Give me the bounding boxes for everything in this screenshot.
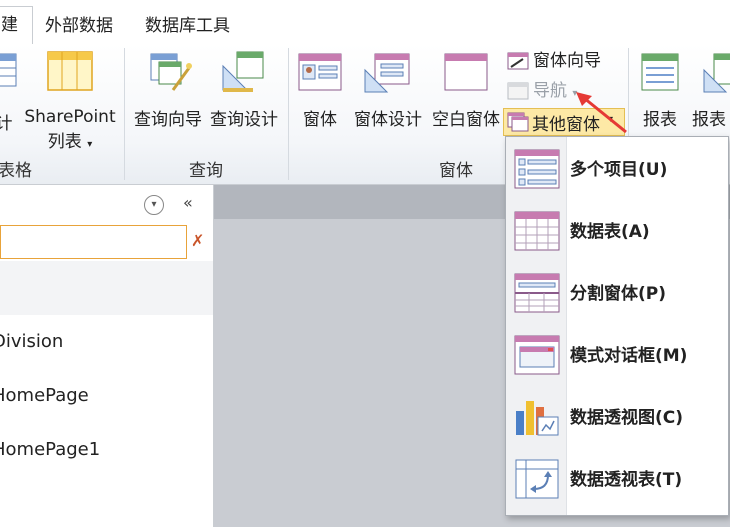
menu-item-pivot-table[interactable]: 数据透视表(T)	[506, 447, 728, 509]
menu-item-label: 多个项目(U)	[570, 160, 668, 180]
blank-form-button[interactable]: 空白窗体	[428, 50, 504, 130]
sharepoint-list-icon	[47, 51, 93, 91]
button-label: 计	[0, 114, 13, 134]
tab-label: 建	[1, 15, 18, 35]
button-label: 窗体	[303, 110, 337, 130]
form-design-button[interactable]: 窗体设计	[350, 50, 426, 130]
list-item-label: HomePage1	[0, 439, 101, 460]
button-label: 空白窗体	[432, 110, 500, 130]
table-design-button[interactable]: 计	[0, 50, 18, 134]
menu-item-modal-dialog[interactable]: 模式对话框(M)	[506, 323, 728, 385]
navigation-pane-header: ▾ «	[0, 185, 213, 225]
query-wizard-icon	[150, 53, 192, 91]
tab-label: 外部数据	[45, 16, 113, 36]
form-icon	[298, 53, 342, 91]
navigation-button[interactable]: 导航 ▾	[507, 78, 577, 104]
button-label: 列表	[47, 132, 82, 152]
navigation-pane: ▾ « ✗ Division HomePage HomePage1	[0, 185, 214, 527]
button-label: 查询设计	[210, 110, 278, 130]
tab-create[interactable]: 建	[0, 6, 33, 46]
menu-item-label: 模式对话框(M)	[570, 346, 688, 366]
ribbon-tab-bar: 建 外部数据 数据库工具	[0, 0, 730, 46]
form-design-icon	[364, 53, 410, 93]
form-wizard-icon	[507, 52, 529, 70]
pivot-table-icon	[515, 459, 559, 499]
tab-database-tools[interactable]: 数据库工具	[131, 8, 244, 44]
report-design-icon	[703, 53, 730, 93]
menu-item-label: 数据透视图(C)	[570, 408, 684, 428]
list-item-label: HomePage	[0, 385, 89, 406]
blank-form-icon	[444, 53, 488, 91]
button-label: 导航	[533, 81, 567, 101]
menu-item-label: 数据透视表(T)	[570, 470, 683, 490]
query-design-icon	[222, 51, 264, 92]
report-button[interactable]: 报表	[636, 50, 684, 130]
button-label: 窗体设计	[354, 110, 422, 130]
annotation-arrow-icon	[576, 92, 627, 134]
report-design-button[interactable]: 报表	[690, 50, 730, 130]
button-label: 报表	[643, 110, 677, 130]
datasheet-icon	[514, 211, 560, 251]
multiple-items-icon	[514, 149, 560, 189]
list-item[interactable]: HomePage	[0, 385, 89, 406]
modal-dialog-icon	[514, 335, 560, 375]
menu-item-label: 数据表(A)	[570, 222, 650, 242]
button-label: 报表	[692, 110, 726, 130]
more-forms-menu: 多个项目(U) 数据表(A) 分割窗体(P) 模式对话框(M) 数据透视图(C)…	[505, 136, 729, 516]
table-design-icon	[0, 53, 17, 87]
pivot-chart-icon	[516, 401, 559, 436]
group-label-queries: 查询	[189, 161, 223, 181]
button-label: SharePoint	[24, 107, 116, 127]
menu-item-split-form[interactable]: 分割窗体(P)	[506, 261, 728, 323]
dropdown-arrow-icon: ▾	[87, 139, 93, 150]
menu-item-label: 分割窗体(P)	[570, 284, 666, 304]
query-wizard-button[interactable]: 查询向导	[130, 50, 206, 130]
form-wizard-button[interactable]: 窗体向导	[507, 48, 601, 74]
list-item[interactable]: Division	[0, 331, 63, 352]
group-label-tables: 表格	[0, 161, 32, 181]
navigation-search-input[interactable]	[0, 225, 187, 259]
list-item[interactable]: HomePage1	[0, 439, 100, 460]
navigation-icon	[507, 82, 529, 100]
menu-item-pivot-chart[interactable]: 数据透视图(C)	[506, 385, 728, 447]
report-icon	[641, 53, 679, 91]
split-form-icon	[514, 273, 560, 313]
collapse-pane-icon[interactable]: «	[183, 193, 193, 212]
navigation-category-header[interactable]	[0, 261, 213, 315]
button-label: 查询向导	[134, 110, 202, 130]
form-button[interactable]: 窗体	[296, 50, 344, 130]
pane-menu-dropdown-icon[interactable]: ▾	[144, 195, 164, 215]
button-label: 窗体向导	[533, 51, 601, 71]
tab-external-data[interactable]: 外部数据	[31, 8, 127, 44]
menu-item-datasheet[interactable]: 数据表(A)	[506, 199, 728, 261]
list-item-label: Division	[0, 331, 64, 352]
menu-item-multiple-items[interactable]: 多个项目(U)	[506, 137, 728, 199]
query-design-button[interactable]: 查询设计	[206, 50, 282, 130]
sharepoint-list-button[interactable]: SharePoint 列表 ▾	[22, 50, 118, 152]
clear-search-icon[interactable]: ✗	[191, 231, 204, 250]
more-forms-icon	[507, 112, 529, 132]
tab-label: 数据库工具	[145, 16, 230, 36]
group-separator	[288, 48, 289, 180]
group-separator	[124, 48, 125, 180]
